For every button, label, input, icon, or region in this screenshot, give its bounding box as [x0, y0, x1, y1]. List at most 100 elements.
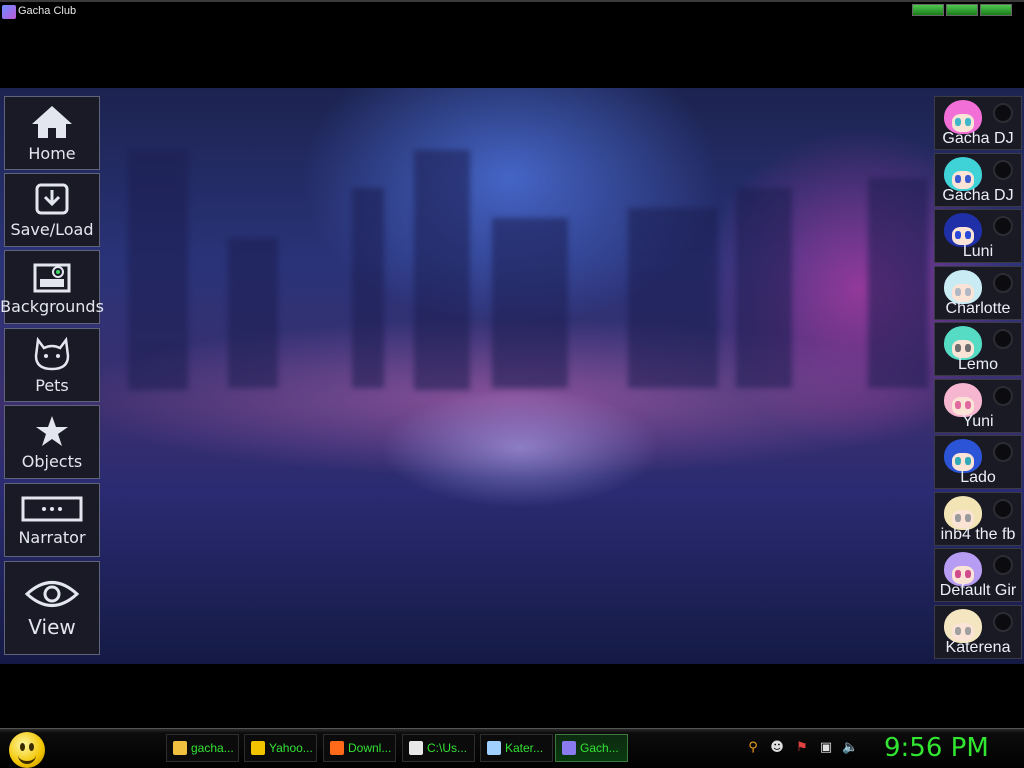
7zip-icon — [409, 741, 423, 755]
character-portrait — [944, 156, 982, 191]
city-building — [128, 150, 188, 390]
city-building — [736, 188, 792, 388]
character-select-toggle[interactable] — [993, 216, 1013, 236]
volume-icon[interactable]: 🔈 — [842, 740, 858, 756]
character-portrait — [944, 382, 982, 417]
taskbar-button-label: Downl... — [348, 741, 392, 755]
city-building — [628, 208, 718, 388]
character-slot[interactable]: Yuni — [934, 378, 1022, 433]
character-name: Gacha DJ — [942, 186, 1014, 204]
character-slot[interactable]: Luni — [934, 209, 1022, 263]
notepad-icon — [487, 741, 501, 755]
city-building — [868, 178, 928, 388]
portrait-eye — [955, 400, 961, 409]
character-name: Lado — [960, 469, 996, 486]
portrait-eye — [955, 570, 961, 578]
title-bar[interactable]: Gacha Club — [0, 0, 1024, 22]
taskbar-button[interactable]: gacha... — [166, 734, 239, 762]
home-icon — [32, 105, 72, 138]
backgrounds-label: Backgrounds — [0, 296, 104, 316]
city-building — [352, 188, 384, 388]
character-select-toggle[interactable] — [993, 385, 1013, 406]
window-title: Gacha Club — [18, 5, 77, 17]
pets-button[interactable]: Pets — [4, 328, 100, 402]
taskbar-button[interactable]: Gach... — [555, 734, 628, 762]
character-slot[interactable]: Katerena — [934, 604, 1022, 659]
character-slot[interactable]: Charlotte — [934, 265, 1022, 320]
city-building — [228, 238, 278, 388]
narrator-button[interactable]: Narrator — [4, 483, 100, 557]
gacha-club-icon — [562, 741, 576, 755]
minimize-button[interactable] — [912, 4, 944, 16]
character-name: Yuni — [962, 412, 994, 430]
taskbar-button-label: C:\Us... — [427, 741, 468, 755]
character-portrait — [944, 552, 982, 586]
taskbar-button[interactable]: Kater... — [480, 734, 553, 762]
start-button-smiley-icon[interactable] — [9, 732, 45, 768]
taskbar-button-label: Kater... — [505, 741, 544, 755]
character-select-toggle[interactable] — [993, 555, 1013, 575]
yahoo-smiley-icon — [251, 741, 265, 755]
portrait-eye — [955, 457, 961, 465]
messenger-status-icon[interactable]: ☻ — [769, 740, 785, 756]
view-label: View — [28, 615, 76, 639]
character-slot[interactable]: inb4 the fb — [934, 491, 1022, 546]
maximize-button[interactable] — [946, 4, 978, 16]
character-slot[interactable]: Gacha DJ — [934, 152, 1022, 207]
portrait-eye — [955, 287, 961, 296]
action-center-flag-icon[interactable]: ⚑ — [794, 740, 810, 756]
objects-button[interactable]: Objects — [4, 405, 100, 479]
save-load-icon — [35, 183, 69, 214]
portrait-eye — [965, 118, 971, 126]
character-name: Default Gir — [939, 582, 1017, 599]
portrait-eye — [955, 513, 961, 522]
character-portrait — [944, 213, 982, 247]
portrait-eye — [955, 174, 961, 183]
character-portrait — [944, 608, 982, 643]
taskbar-clock[interactable]: 9:56 PM — [884, 733, 989, 763]
character-name: Luni — [962, 243, 994, 260]
portrait-eye — [955, 626, 961, 635]
character-slot[interactable]: Lemo — [934, 322, 1022, 376]
character-portrait — [944, 100, 982, 134]
city-building — [492, 218, 568, 388]
portrait-eye — [965, 513, 971, 522]
backgrounds-button[interactable]: Backgrounds — [0, 250, 104, 324]
taskbar-button[interactable]: C:\Us... — [402, 734, 475, 762]
city-building — [414, 150, 470, 390]
character-portrait — [944, 326, 982, 360]
star-icon — [36, 415, 68, 446]
narrator-box-icon — [21, 496, 83, 521]
search-icon[interactable]: ⚲ — [745, 740, 761, 756]
character-select-toggle[interactable] — [993, 442, 1013, 462]
game-scene[interactable] — [0, 88, 1024, 664]
character-portrait — [944, 495, 982, 530]
portrait-eye — [965, 400, 971, 409]
home-button[interactable]: Home — [4, 96, 100, 170]
folder-icon — [173, 741, 187, 755]
character-select-toggle[interactable] — [993, 159, 1013, 180]
save-load-button[interactable]: Save/Load — [4, 173, 100, 247]
portrait-eye — [965, 287, 971, 296]
character-select-toggle[interactable] — [993, 498, 1013, 519]
character-slot[interactable]: Lado — [934, 435, 1022, 489]
network-icon[interactable]: ▣ — [818, 740, 834, 756]
narrator-label: Narrator — [18, 527, 86, 547]
character-portrait — [944, 269, 982, 304]
character-name: Katerena — [945, 638, 1011, 656]
character-slot[interactable]: Default Gir — [934, 548, 1022, 602]
character-portrait — [944, 439, 982, 473]
taskbar-button[interactable]: Downl... — [323, 734, 396, 762]
character-select-toggle[interactable] — [993, 272, 1013, 293]
character-select-toggle[interactable] — [993, 611, 1013, 632]
smiley-mouth — [18, 752, 36, 764]
portrait-eye — [965, 174, 971, 183]
taskbar-button[interactable]: Yahoo... — [244, 734, 317, 762]
smiley-eye — [29, 743, 34, 751]
character-select-toggle[interactable] — [993, 329, 1013, 349]
character-slot[interactable]: Gacha DJ — [934, 96, 1022, 150]
character-select-toggle[interactable] — [993, 103, 1013, 123]
portrait-eye — [965, 570, 971, 578]
view-button[interactable]: View — [4, 561, 100, 655]
close-button[interactable] — [980, 4, 1012, 16]
